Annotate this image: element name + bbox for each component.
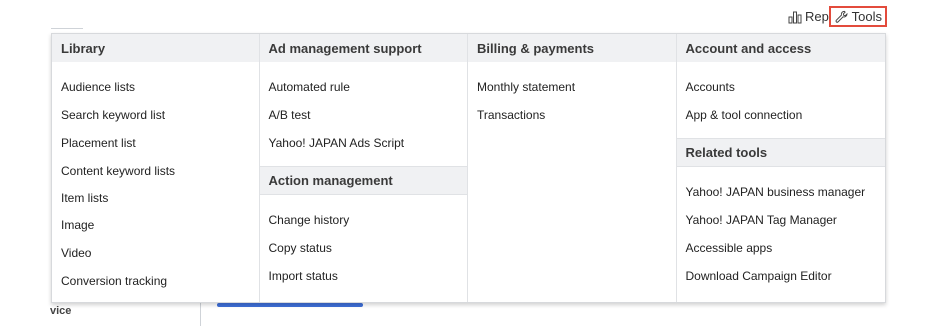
menu-item-accounts[interactable]: Accounts	[677, 73, 886, 101]
menu-item-copy-status[interactable]: Copy status	[260, 234, 468, 262]
menu-item-tag-manager[interactable]: Yahoo! JAPAN Tag Manager	[677, 206, 886, 234]
menu-item-ads-script[interactable]: Yahoo! JAPAN Ads Script	[260, 129, 468, 157]
library-list: Audience lists Search keyword list Place…	[52, 73, 259, 295]
background-divider	[200, 303, 201, 326]
account-list: Accounts App & tool connection	[677, 73, 886, 129]
menu-item-monthly-statement[interactable]: Monthly statement	[468, 73, 676, 101]
menu-item-app-tool-connection[interactable]: App & tool connection	[677, 101, 886, 129]
account-header: Account and access	[676, 34, 885, 62]
related-tools-list: Yahoo! JAPAN business manager Yahoo! JAP…	[677, 178, 886, 290]
ad-management-column: Ad management support Automated rule A/B…	[259, 34, 468, 302]
top-toolbar: Reports Tools	[0, 0, 936, 34]
menu-item-transactions[interactable]: Transactions	[468, 101, 676, 129]
billing-header: Billing & payments	[468, 34, 676, 62]
tools-button[interactable]: Tools	[829, 6, 887, 27]
library-column: Library Audience lists Search keyword li…	[52, 34, 260, 302]
action-management-list: Change history Copy status Import status	[260, 206, 468, 290]
background-blue-bar	[217, 303, 363, 307]
menu-item-download-campaign-editor[interactable]: Download Campaign Editor	[677, 262, 886, 290]
menu-item-import-status[interactable]: Import status	[260, 262, 468, 290]
menu-item-change-history[interactable]: Change history	[260, 206, 468, 234]
action-management-header: Action management	[259, 166, 467, 195]
billing-column: Billing & payments Monthly statement Tra…	[468, 34, 677, 302]
menu-item-search-keyword-list[interactable]: Search keyword list	[52, 101, 259, 129]
menu-item-automated-rule[interactable]: Automated rule	[260, 73, 468, 101]
tools-dropdown-menu: Library Audience lists Search keyword li…	[51, 33, 886, 303]
bar-chart-icon	[788, 11, 802, 23]
library-header: Library	[52, 34, 259, 62]
menu-item-content-keyword-lists[interactable]: Content keyword lists	[52, 157, 259, 185]
tools-label: Tools	[851, 9, 882, 24]
menu-item-video[interactable]: Video	[52, 239, 259, 267]
background-divider	[51, 28, 83, 29]
related-tools-header: Related tools	[676, 138, 885, 167]
ad-management-header: Ad management support	[259, 34, 467, 62]
menu-item-conversion-tracking[interactable]: Conversion tracking	[52, 267, 259, 295]
menu-item-audience-lists[interactable]: Audience lists	[52, 73, 259, 101]
menu-item-accessible-apps[interactable]: Accessible apps	[677, 234, 886, 262]
billing-list: Monthly statement Transactions	[468, 73, 676, 129]
menu-item-placement-list[interactable]: Placement list	[52, 129, 259, 157]
menu-item-image[interactable]: Image	[52, 211, 259, 239]
menu-item-ab-test[interactable]: A/B test	[260, 101, 468, 129]
ad-management-list: Automated rule A/B test Yahoo! JAPAN Ads…	[260, 73, 468, 157]
account-column: Account and access Accounts App & tool c…	[676, 34, 886, 302]
wrench-icon	[835, 10, 848, 23]
menu-item-business-manager[interactable]: Yahoo! JAPAN business manager	[677, 178, 886, 206]
background-text-fragment: vice	[50, 305, 72, 317]
menu-item-item-lists[interactable]: Item lists	[52, 185, 259, 211]
